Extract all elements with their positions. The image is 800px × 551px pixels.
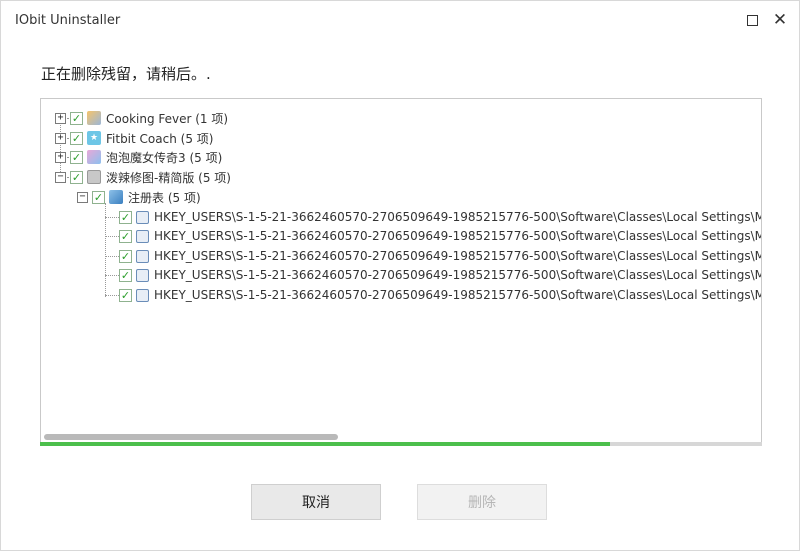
tree-item-label: 泼辣修图-精简版 (5 项) [106, 170, 231, 185]
meitu-icon [87, 170, 101, 184]
tree-connector [105, 236, 119, 237]
item-checkbox[interactable]: ✓ [92, 190, 105, 204]
item-checkbox[interactable]: ✓ [119, 249, 132, 263]
registry-key-icon [136, 268, 149, 282]
registry-key-icon [136, 229, 149, 243]
item-checkbox[interactable]: ✓ [119, 210, 132, 224]
collapse-toggle[interactable]: − [55, 171, 66, 183]
registry-icon [109, 190, 123, 204]
progress-fill [40, 442, 611, 446]
item-checkbox[interactable]: ✓ [119, 288, 132, 302]
item-checkbox[interactable]: ✓ [119, 229, 132, 243]
registry-entry-path: HKEY_USERS\S-1-5-21-3662460570-270650964… [154, 210, 762, 224]
collapse-toggle[interactable]: − [77, 191, 88, 203]
tree-item-label: 注册表 (5 项) [128, 190, 201, 205]
registry-key-icon [136, 210, 149, 224]
item-checkbox[interactable]: ✓ [70, 170, 83, 184]
item-checkbox[interactable]: ✓ [70, 150, 83, 164]
tree-connector [105, 275, 119, 276]
close-button[interactable]: ✕ [769, 9, 791, 31]
item-checkbox[interactable]: ✓ [119, 268, 132, 282]
delete-button[interactable]: 删除 [417, 484, 547, 520]
uninstaller-window: IObit Uninstaller ✕ 正在删除残留，请稍后。. + ✓ Coo… [0, 0, 800, 551]
tree-connector [105, 256, 119, 257]
registry-key-icon [136, 249, 149, 263]
expand-toggle[interactable]: + [55, 132, 66, 144]
bubble-witch-icon [87, 150, 101, 164]
registry-entry-path: HKEY_USERS\S-1-5-21-3662460570-270650964… [154, 249, 762, 263]
cooking-fever-icon [87, 111, 101, 125]
registry-entry-path: HKEY_USERS\S-1-5-21-3662460570-270650964… [154, 229, 762, 243]
registry-entry[interactable]: ✓ HKEY_USERS\S-1-5-21-3662460570-2706509… [119, 207, 762, 227]
registry-key-icon [136, 288, 149, 302]
tree-connector [105, 217, 119, 218]
residual-tree[interactable]: + ✓ Cooking Fever (1 项) + ✓ ★ Fitbit Coa… [40, 98, 762, 444]
registry-entry-path: HKEY_USERS\S-1-5-21-3662460570-270650964… [154, 288, 762, 302]
maximize-icon [746, 14, 758, 26]
expand-toggle[interactable]: + [55, 151, 66, 163]
registry-entry[interactable]: ✓ HKEY_USERS\S-1-5-21-3662460570-2706509… [119, 285, 762, 305]
tree-connector [105, 295, 119, 296]
registry-entry-path: HKEY_USERS\S-1-5-21-3662460570-270650964… [154, 268, 762, 282]
maximize-button[interactable] [741, 9, 763, 31]
expand-toggle[interactable]: + [55, 112, 66, 124]
fitbit-icon: ★ [87, 131, 101, 145]
tree-item-cooking-fever[interactable]: + ✓ Cooking Fever (1 项) [55, 108, 228, 128]
title-bar[interactable]: IObit Uninstaller ✕ [1, 1, 799, 41]
horizontal-scrollbar[interactable] [44, 434, 338, 440]
status-message: 正在删除残留，请稍后。. [41, 65, 211, 83]
tree-item-registry[interactable]: − ✓ 注册表 (5 项) [77, 187, 201, 207]
registry-entry[interactable]: ✓ HKEY_USERS\S-1-5-21-3662460570-2706509… [119, 246, 762, 266]
tree-item-label: 泡泡魔女传奇3 (5 项) [106, 150, 223, 165]
progress-bar [40, 442, 762, 446]
registry-entry[interactable]: ✓ HKEY_USERS\S-1-5-21-3662460570-2706509… [119, 226, 762, 246]
item-checkbox[interactable]: ✓ [70, 111, 83, 125]
tree-item-label: Cooking Fever (1 项) [106, 111, 229, 126]
app-title: IObit Uninstaller [15, 13, 121, 28]
tree-item-bubble-witch[interactable]: + ✓ 泡泡魔女传奇3 (5 项) [55, 147, 222, 167]
tree-item-fitbit-coach[interactable]: + ✓ ★ Fitbit Coach (5 项) [55, 128, 213, 148]
close-icon: ✕ [772, 9, 788, 30]
cancel-button[interactable]: 取消 [251, 484, 381, 520]
tree-item-meitu[interactable]: − ✓ 泼辣修图-精简版 (5 项) [55, 167, 231, 187]
tree-item-label: Fitbit Coach (5 项) [106, 131, 214, 146]
item-checkbox[interactable]: ✓ [70, 131, 83, 145]
registry-entry[interactable]: ✓ HKEY_USERS\S-1-5-21-3662460570-2706509… [119, 265, 762, 285]
